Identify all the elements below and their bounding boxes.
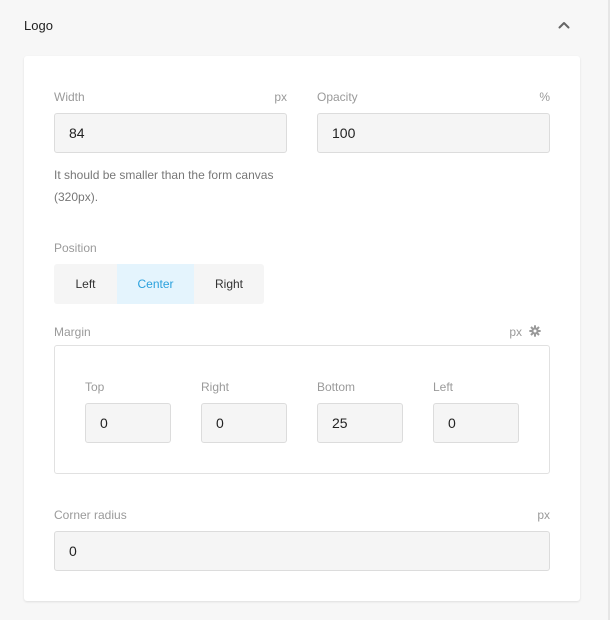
margin-right-label: Right xyxy=(201,380,230,394)
position-segmented-control: Left Center Right xyxy=(54,264,264,304)
margin-box: Top 0 Right 0 Bottom 25 Left 0 xyxy=(54,345,550,474)
corner-radius-label: Corner radius xyxy=(54,508,127,522)
margin-label: Margin xyxy=(54,325,91,339)
opacity-label: Opacity xyxy=(317,90,358,104)
corner-radius-input[interactable]: 0 xyxy=(54,531,550,571)
position-left-button[interactable]: Left xyxy=(54,264,117,304)
chevron-up-icon[interactable] xyxy=(557,18,571,32)
position-label: Position xyxy=(54,241,97,255)
width-unit: px xyxy=(274,90,287,104)
margin-left-label: Left xyxy=(433,380,454,394)
logo-section-header[interactable]: Logo xyxy=(0,0,600,52)
position-right-button[interactable]: Right xyxy=(194,264,264,304)
margin-bottom-label: Bottom xyxy=(317,380,356,394)
margin-unit: px xyxy=(509,325,522,339)
margin-top-label: Top xyxy=(85,380,105,394)
section-title: Logo xyxy=(24,18,53,33)
margin-left-input[interactable]: 0 xyxy=(433,403,519,443)
corner-radius-unit: px xyxy=(537,508,550,522)
width-label: Width xyxy=(54,90,85,104)
margin-top-input[interactable]: 0 xyxy=(85,403,171,443)
opacity-input[interactable]: 100 xyxy=(317,113,550,153)
opacity-unit: % xyxy=(539,90,550,104)
width-input[interactable]: 84 xyxy=(54,113,287,153)
logo-settings-card: Width px 84 It should be smaller than th… xyxy=(24,56,580,601)
gear-icon[interactable] xyxy=(529,325,541,337)
width-hint: It should be smaller than the form canva… xyxy=(54,168,274,204)
position-center-button[interactable]: Center xyxy=(117,264,194,304)
margin-bottom-input[interactable]: 25 xyxy=(317,403,403,443)
margin-right-input[interactable]: 0 xyxy=(201,403,287,443)
